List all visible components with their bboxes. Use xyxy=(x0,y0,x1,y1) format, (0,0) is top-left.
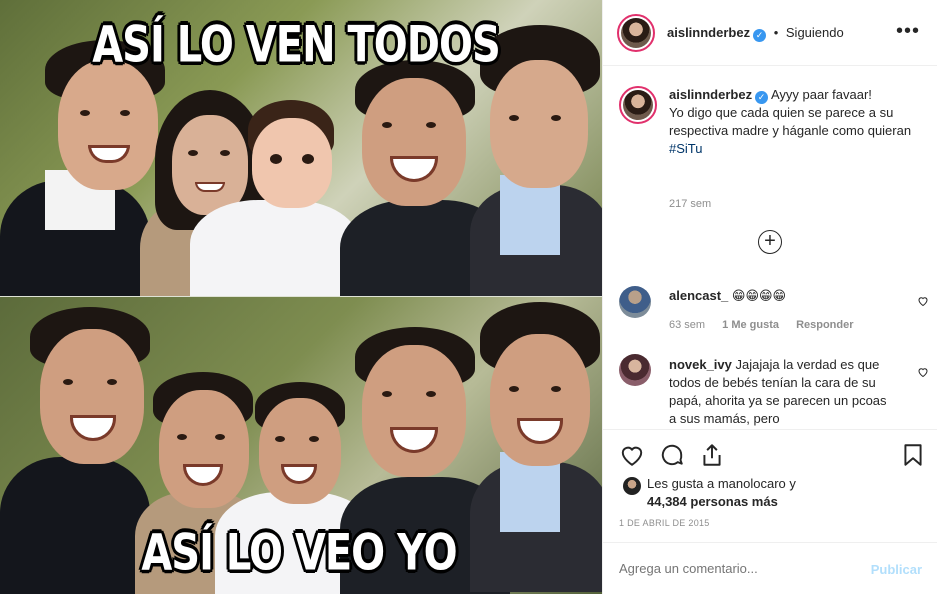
comment-time: 63 sem xyxy=(669,319,706,331)
follow-status-button[interactable]: Siguiendo xyxy=(786,25,844,40)
header-info: aislinnderbez ✓ • Siguiendo xyxy=(667,25,844,42)
more-icon[interactable]: ••• xyxy=(896,21,920,41)
publish-button[interactable]: Publicar xyxy=(871,562,922,577)
caption-text: aislinnderbez ✓ Ayyy paar favaar! Yo digo… xyxy=(669,86,924,158)
comment-heart-icon[interactable] xyxy=(917,366,929,378)
comment-input[interactable] xyxy=(619,561,849,576)
likes-line: Les gusta a manolocaro y xyxy=(647,476,796,491)
likes-count[interactable]: 44,384 personas más xyxy=(647,494,778,509)
heart-icon[interactable] xyxy=(619,442,645,468)
comment-item: alencast_ 😁😁😁😁 63 sem 1 Me gusta Respond… xyxy=(619,286,929,336)
commenter-avatar[interactable] xyxy=(619,286,651,318)
likes-text[interactable]: Les gusta a manolocaro y 44,384 personas… xyxy=(647,475,847,511)
commenter-avatar[interactable] xyxy=(619,354,651,386)
meme-top-panel: ASÍ LO VEN TODOS xyxy=(0,0,602,297)
comment-likes[interactable]: 1 Me gusta xyxy=(722,319,779,331)
commenter-username[interactable]: alencast_ xyxy=(669,288,728,303)
comment-meta: 63 sem 1 Me gusta Responder xyxy=(669,319,868,331)
comment-text: 😁😁😁😁 xyxy=(731,288,787,303)
author-avatar[interactable] xyxy=(617,14,655,52)
caption-username[interactable]: aislinnderbez xyxy=(669,87,752,102)
plus-circle-icon[interactable]: + xyxy=(758,230,782,254)
caption-line: Ayyy paar favaar! xyxy=(770,87,872,102)
share-icon[interactable] xyxy=(699,442,725,468)
hashtag-link[interactable]: #SiTu xyxy=(669,140,924,158)
commenter-username[interactable]: novek_ivy xyxy=(669,357,732,372)
post-image[interactable]: ASÍ LO VEN TODOS ASÍ LO VEO YO xyxy=(0,0,602,594)
bookmark-icon[interactable] xyxy=(900,442,926,468)
comment-heart-icon[interactable] xyxy=(917,295,929,307)
meme-caption-top: ASÍ LO VEN TODOS xyxy=(92,16,501,74)
author-username[interactable]: aislinnderbez xyxy=(667,25,750,40)
separator-dot: • xyxy=(773,25,779,40)
comment-scroll-clip: novek_ivy Jajajaja la verdad es que todo… xyxy=(603,350,937,428)
post-header: aislinnderbez ✓ • Siguiendo ••• xyxy=(603,0,937,66)
post-sidebar: aislinnderbez ✓ • Siguiendo ••• aislinnde… xyxy=(602,0,937,594)
verified-icon: ✓ xyxy=(753,29,767,42)
add-comment-bar: Publicar xyxy=(603,542,937,594)
comment-icon[interactable] xyxy=(659,442,685,468)
meme-caption-bottom: ASÍ LO VEO YO xyxy=(141,524,457,582)
liker-avatar[interactable] xyxy=(623,477,641,495)
verified-icon: ✓ xyxy=(755,91,769,104)
comment-item: novek_ivy Jajajaja la verdad es que todo… xyxy=(619,354,929,428)
caption-line: Yo digo que cada quien se parece a su re… xyxy=(669,105,912,138)
reply-button[interactable]: Responder xyxy=(796,319,853,331)
action-bar xyxy=(603,429,937,479)
comment-body: alencast_ 😁😁😁😁 xyxy=(669,287,889,305)
caption-avatar[interactable] xyxy=(619,86,657,124)
caption-time: 217 sem xyxy=(669,198,712,210)
post-date: 1 DE ABRIL DE 2015 xyxy=(619,518,710,528)
comment-body: novek_ivy Jajajaja la verdad es que todo… xyxy=(669,356,889,428)
